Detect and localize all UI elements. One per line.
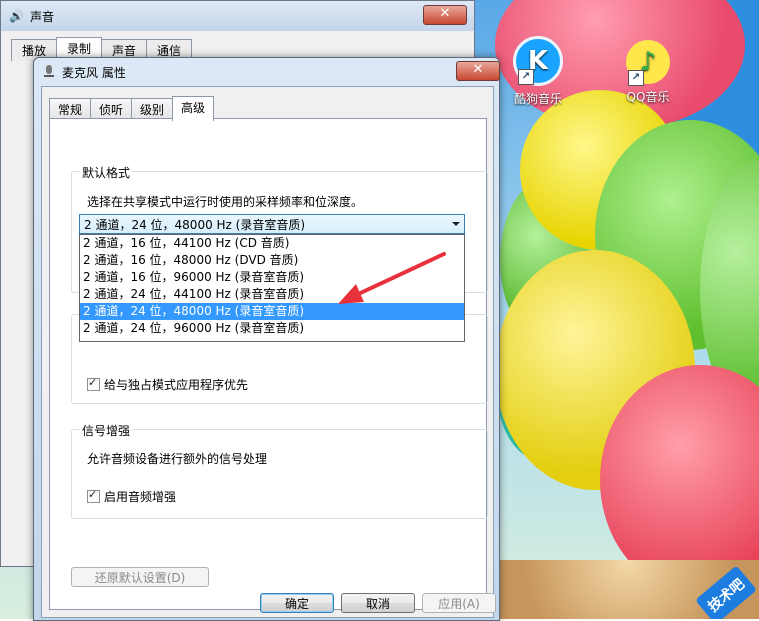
kugou-music-icon: K ↗ <box>513 36 563 86</box>
chevron-down-icon <box>452 222 460 226</box>
shortcut-arrow-icon: ↗ <box>518 69 534 85</box>
group-label: 信号增强 <box>80 422 133 439</box>
shortcut-arrow-icon: ↗ <box>628 70 644 86</box>
microphone-properties-dialog: 麦克风 属性 ✕ 常规 侦听 级别 高级 默认格式 选择在共享模式中运行时使用的… <box>33 57 500 621</box>
speaker-icon: 🔊 <box>9 9 24 23</box>
dialog-title: 麦克风 属性 <box>62 65 126 80</box>
dialog-titlebar: 麦克风 属性 <box>34 58 499 86</box>
tab-levels[interactable]: 级别 <box>131 98 174 120</box>
microphone-icon <box>42 65 56 79</box>
annotation-arrow-icon <box>338 252 446 304</box>
tab-listen[interactable]: 侦听 <box>90 98 133 120</box>
ok-button[interactable]: 确定 <box>260 593 334 613</box>
close-button[interactable]: ✕ <box>423 5 467 25</box>
restore-defaults-button[interactable]: 还原默认设置(D) <box>71 567 209 587</box>
tab-advanced[interactable]: 高级 <box>172 96 215 121</box>
desktop-icon-label: QQ音乐 <box>626 90 670 104</box>
advanced-tab-panel: 默认格式 选择在共享模式中运行时使用的采样频率和位深度。 独 给与独占模式应用程… <box>49 118 488 610</box>
group-label: 默认格式 <box>80 164 133 181</box>
signal-enhancements-description: 允许音频设备进行额外的信号处理 <box>87 452 268 466</box>
apply-button[interactable]: 应用(A) <box>422 593 496 613</box>
close-button[interactable]: ✕ <box>456 61 500 81</box>
format-option[interactable]: 2 通道，24 位，96000 Hz (录音室音质) <box>80 320 464 337</box>
checkbox-label: 启用音频增强 <box>104 490 177 504</box>
signal-enhancements-group: 信号增强 允许音频设备进行额外的信号处理 启用音频增强 <box>71 422 488 519</box>
selected-format: 2 通道，24 位，48000 Hz (录音室音质) <box>84 217 306 232</box>
checkbox-checked-icon <box>87 376 100 391</box>
qq-music-icon: ♪ ↗ <box>626 40 670 86</box>
cancel-button[interactable]: 取消 <box>341 593 415 613</box>
tab-general[interactable]: 常规 <box>49 98 92 120</box>
desktop-icon-qq-music[interactable]: ♪ ↗ QQ音乐 <box>608 40 688 105</box>
checkbox-label: 给与独占模式应用程序优先 <box>104 378 249 392</box>
desktop-icon-kugou[interactable]: K ↗ 酷狗音乐 <box>498 36 578 107</box>
window-title: 声音 <box>29 9 54 24</box>
default-format-description: 选择在共享模式中运行时使用的采样频率和位深度。 <box>87 195 364 209</box>
enable-audio-enhancements-checkbox[interactable]: 启用音频增强 <box>87 488 176 505</box>
sound-window-titlebar: 🔊 声音 <box>1 1 474 31</box>
checkbox-checked-icon <box>87 488 100 503</box>
dialog-body: 常规 侦听 级别 高级 默认格式 选择在共享模式中运行时使用的采样频率和位深度。… <box>41 86 496 618</box>
desktop-icon-label: 酷狗音乐 <box>513 92 562 106</box>
exclusive-priority-checkbox[interactable]: 给与独占模式应用程序优先 <box>87 376 248 393</box>
default-format-select[interactable]: 2 通道，24 位，48000 Hz (录音室音质) <box>79 214 465 234</box>
